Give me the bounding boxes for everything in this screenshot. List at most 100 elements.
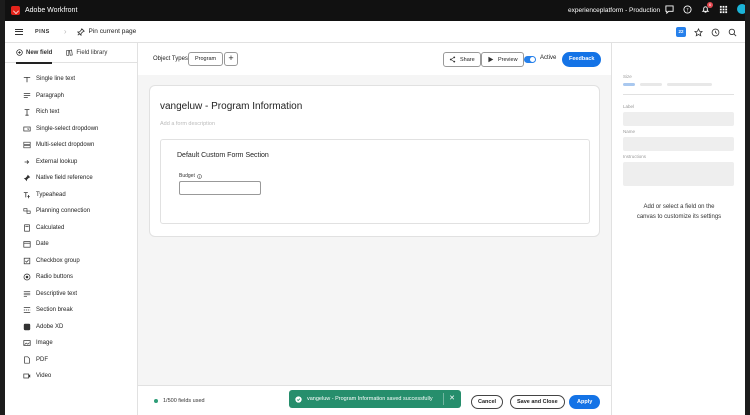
- help-icon[interactable]: ?: [683, 4, 692, 14]
- settings-hint: Add or select a field on the canvas to c…: [636, 204, 722, 220]
- form-canvas: Object Types Program + Share Preview Act…: [138, 43, 611, 415]
- field-type-item[interactable]: Adobe XD: [5, 319, 137, 336]
- cancel-button[interactable]: Cancel: [471, 395, 504, 409]
- field-type-item[interactable]: Typeahead: [5, 187, 137, 204]
- pin-current-page-button[interactable]: Pin current page: [76, 27, 137, 36]
- checkbox-icon: [23, 257, 31, 265]
- share-icon: [449, 56, 456, 63]
- form-card[interactable]: vangeluw - Program Information Add a for…: [149, 85, 600, 237]
- radio-icon: [23, 273, 31, 281]
- field-count: 1/500 fields used: [154, 398, 205, 404]
- multi-dropdown-icon: [23, 141, 31, 149]
- field-settings-panel: Size Label Name Instructions Add or sele…: [611, 43, 745, 415]
- field-count-label: 1/500 fields used: [163, 398, 205, 404]
- field-type-item[interactable]: Checkbox group: [5, 253, 137, 270]
- field-panel: New field Field library Single line text…: [5, 43, 138, 415]
- field-panel-tabs: New field Field library: [5, 43, 137, 64]
- field-type-label: Multi-select dropdown: [36, 142, 95, 149]
- dropdown-icon: [23, 125, 31, 133]
- pins-label[interactable]: PINS: [35, 29, 50, 35]
- field-type-item[interactable]: Video: [5, 368, 137, 385]
- field-type-item[interactable]: Image: [5, 335, 137, 352]
- library-icon: [66, 49, 73, 56]
- field-type-label: Single-select dropdown: [36, 125, 99, 132]
- object-types-label: Object Types: [153, 56, 188, 62]
- label-label: Label: [623, 104, 635, 109]
- history-icon[interactable]: [711, 28, 720, 37]
- field-type-item[interactable]: Multi-select dropdown: [5, 137, 137, 154]
- pin-icon: [23, 174, 31, 182]
- form-section[interactable]: Default Custom Form Section Budget: [160, 139, 590, 224]
- tab-new-field[interactable]: New field: [16, 43, 53, 64]
- active-toggle[interactable]: [524, 56, 536, 63]
- top-bar: Adobe Workfront experienceplatform - Pro…: [5, 0, 745, 21]
- field-type-label: Single line text: [36, 76, 76, 83]
- field-type-item[interactable]: Single line text: [5, 71, 137, 88]
- feedback-button[interactable]: Feedback: [562, 52, 602, 67]
- pin-current-page-label: Pin current page: [88, 28, 137, 35]
- field-type-label: Calculated: [36, 224, 65, 231]
- field-type-item[interactable]: PDF: [5, 352, 137, 369]
- size-option-large: [667, 83, 712, 86]
- toast-divider: [443, 393, 444, 405]
- field-type-item[interactable]: Paragraph: [5, 88, 137, 105]
- field-type-label: Paragraph: [36, 92, 65, 99]
- text-field-icon: [23, 75, 31, 83]
- field-type-label: Planning connection: [36, 208, 91, 215]
- section-break-icon: [23, 306, 31, 314]
- field-type-item[interactable]: Calculated: [5, 220, 137, 237]
- brand[interactable]: Adobe Workfront: [11, 6, 77, 15]
- size-label: Size: [623, 74, 632, 79]
- field-type-item[interactable]: Date: [5, 236, 137, 253]
- rich-text-icon: [23, 108, 31, 116]
- toast-message: vangeluw - Program Information saved suc…: [307, 396, 433, 402]
- name-label: Name: [623, 129, 636, 134]
- main-menu-icon[interactable]: [15, 28, 23, 35]
- field-type-item[interactable]: Rich text: [5, 104, 137, 121]
- field-type-item[interactable]: Radio buttons: [5, 269, 137, 286]
- field-type-item[interactable]: Planning connection: [5, 203, 137, 220]
- tab-field-library[interactable]: Field library: [66, 43, 107, 63]
- field-type-label: Video: [36, 373, 52, 380]
- video-icon: [23, 372, 31, 380]
- apply-button[interactable]: Apply: [569, 395, 601, 409]
- feedback-chat-icon[interactable]: [665, 4, 674, 14]
- info-icon: [197, 173, 202, 179]
- budget-field-input[interactable]: [179, 181, 261, 195]
- size-option-medium: [640, 83, 662, 86]
- app-switcher-grid-icon[interactable]: [719, 5, 728, 14]
- form-toolbar: Object Types Program + Share Preview Act…: [138, 43, 611, 75]
- success-toast: vangeluw - Program Information saved suc…: [289, 390, 461, 408]
- field-type-label: Rich text: [36, 109, 60, 116]
- calendar-badge-icon[interactable]: 22: [676, 27, 686, 37]
- instructions-label: Instructions: [623, 154, 647, 159]
- form-footer: 1/500 fields used vangeluw - Program Inf…: [138, 385, 611, 415]
- field-type-label: Typeahead: [36, 191, 66, 198]
- close-icon[interactable]: ✕: [449, 394, 455, 404]
- field-type-item[interactable]: Section break: [5, 302, 137, 319]
- notifications-bell-icon[interactable]: 6: [701, 1, 713, 14]
- form-description-input[interactable]: Add a form description: [160, 121, 215, 127]
- size-selector: [623, 83, 712, 86]
- notification-badge: 6: [707, 1, 713, 8]
- add-object-type-button[interactable]: +: [224, 52, 238, 66]
- search-icon[interactable]: [728, 28, 737, 37]
- field-type-label: PDF: [36, 356, 48, 363]
- preview-button[interactable]: Preview: [481, 52, 524, 67]
- org-switcher[interactable]: experienceplatform - Production: [568, 7, 660, 14]
- field-type-item[interactable]: Descriptive text: [5, 286, 137, 303]
- share-button[interactable]: Share: [443, 52, 481, 67]
- form-title[interactable]: vangeluw - Program Information: [160, 101, 302, 112]
- xd-icon: [23, 323, 31, 331]
- budget-label-text: Budget: [179, 173, 195, 179]
- star-icon[interactable]: [694, 27, 703, 37]
- descriptive-text-icon: [23, 290, 31, 298]
- section-title[interactable]: Default Custom Form Section: [177, 152, 269, 159]
- tab-field-library-label: Field library: [76, 49, 108, 56]
- field-type-item[interactable]: External lookup: [5, 154, 137, 171]
- object-type-chip[interactable]: Program: [188, 52, 224, 66]
- field-type-item[interactable]: Single-select dropdown: [5, 121, 137, 138]
- save-and-close-button[interactable]: Save and Close: [510, 395, 565, 409]
- user-avatar[interactable]: [737, 4, 745, 14]
- field-type-item[interactable]: Native field reference: [5, 170, 137, 187]
